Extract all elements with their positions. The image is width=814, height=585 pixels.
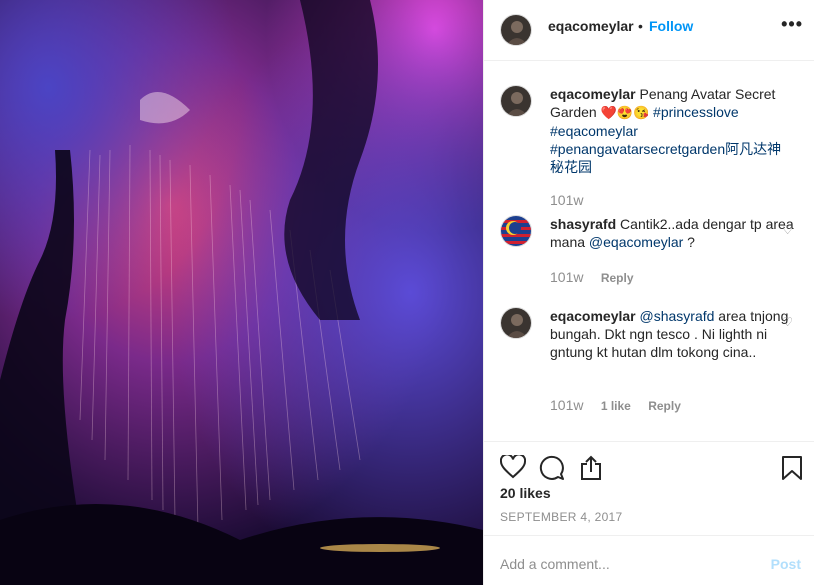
hashtag-link[interactable]: #eqacomeylar bbox=[550, 123, 638, 139]
post-photo[interactable] bbox=[0, 0, 483, 585]
forest-light-installation-image bbox=[0, 0, 483, 585]
mention-link[interactable]: @shasyrafd bbox=[640, 308, 715, 324]
comment-username[interactable]: eqacomeylar bbox=[550, 308, 636, 324]
mention-link[interactable]: @eqacomeylar bbox=[589, 234, 683, 250]
follow-button[interactable]: Follow bbox=[649, 18, 693, 34]
comment-item: eqacomeylar @shasyrafd area tnjong bunga… bbox=[484, 307, 814, 427]
caption-username[interactable]: eqacomeylar bbox=[550, 86, 636, 102]
caption-text: eqacomeylar Penang Avatar Secret Garden … bbox=[550, 85, 795, 176]
more-options-icon[interactable]: ••• bbox=[781, 14, 803, 35]
add-comment-bar: Add a comment... Post bbox=[484, 535, 814, 585]
avatar[interactable] bbox=[500, 14, 532, 46]
comment-meta: 101w 1 like Reply bbox=[550, 397, 695, 413]
comments-panel[interactable]: eqacomeylar Penang Avatar Secret Garden … bbox=[484, 61, 814, 441]
avatar[interactable] bbox=[500, 307, 532, 339]
caption-emojis: ❤️😍😘 bbox=[600, 105, 650, 120]
heart-icon[interactable] bbox=[499, 453, 527, 484]
action-bar bbox=[484, 441, 814, 480]
hashtag-link[interactable]: #penangavatarsecretgarden阿凡达神秘花园 bbox=[550, 141, 781, 175]
header-username[interactable]: eqacomeylar bbox=[548, 18, 634, 34]
share-icon[interactable] bbox=[579, 455, 603, 486]
post-header: eqacomeylar • Follow ••• bbox=[484, 0, 814, 61]
like-comment-icon[interactable]: ♡ bbox=[782, 223, 793, 237]
post-sidebar: eqacomeylar • Follow ••• eqacomeylar Pen… bbox=[483, 0, 814, 585]
reply-button[interactable]: Reply bbox=[648, 399, 681, 413]
bookmark-icon[interactable] bbox=[781, 455, 803, 486]
comment-timestamp[interactable]: 101w bbox=[550, 397, 583, 413]
comment-icon[interactable] bbox=[539, 455, 565, 486]
likes-count[interactable]: 20 likes bbox=[500, 485, 551, 501]
avatar[interactable] bbox=[500, 85, 532, 117]
comment-text: shasyrafd Cantik2..ada dengar tp area ma… bbox=[550, 215, 795, 251]
caption-timestamp[interactable]: 101w bbox=[550, 192, 583, 208]
comment-input[interactable]: Add a comment... bbox=[500, 556, 610, 572]
avatar[interactable] bbox=[500, 215, 532, 247]
comment-suffix: ? bbox=[683, 234, 695, 250]
separator-dot: • bbox=[638, 18, 643, 34]
post-button[interactable]: Post bbox=[771, 556, 801, 572]
reply-button[interactable]: Reply bbox=[601, 271, 634, 285]
like-comment-icon[interactable]: ♡ bbox=[782, 315, 793, 329]
caption-meta: 101w bbox=[550, 192, 597, 208]
hashtag-link[interactable]: #princesslove bbox=[653, 104, 739, 120]
instagram-post-view: eqacomeylar • Follow ••• eqacomeylar Pen… bbox=[0, 0, 814, 585]
caption-item: eqacomeylar Penang Avatar Secret Garden … bbox=[484, 85, 814, 215]
comment-text: eqacomeylar @shasyrafd area tnjong bunga… bbox=[550, 307, 795, 361]
comment-timestamp[interactable]: 101w bbox=[550, 269, 583, 285]
comment-username[interactable]: shasyrafd bbox=[550, 216, 616, 232]
comment-likes[interactable]: 1 like bbox=[601, 399, 631, 413]
post-date[interactable]: SEPTEMBER 4, 2017 bbox=[500, 510, 623, 524]
comment-meta: 101w Reply bbox=[550, 269, 648, 285]
comment-item: shasyrafd Cantik2..ada dengar tp area ma… bbox=[484, 215, 814, 305]
